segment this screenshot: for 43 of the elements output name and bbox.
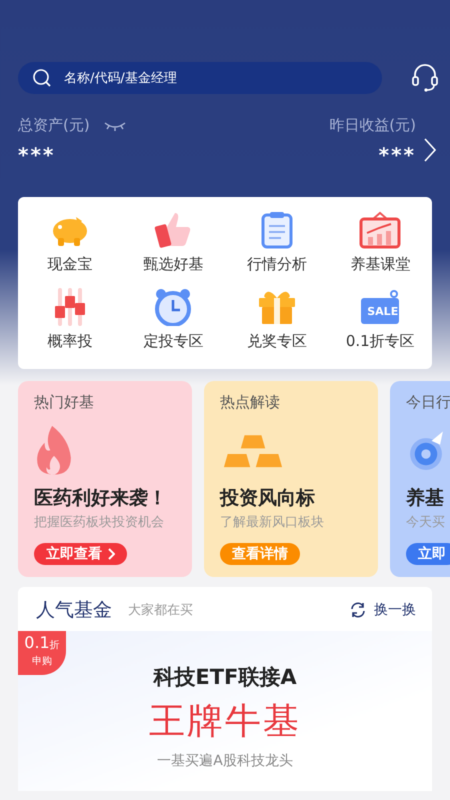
chevron-right-icon[interactable] <box>424 138 436 162</box>
promo-button[interactable]: 立即查看 <box>34 542 127 565</box>
promo-title: 热门好基 <box>34 393 95 412</box>
discount-unit: 折 <box>50 640 60 651</box>
menu-item[interactable]: 甄选好基 <box>122 211 225 274</box>
total-assets-label: 总资产(元) <box>18 116 90 135</box>
menu-item[interactable]: 概率投 <box>18 288 122 351</box>
flame-icon <box>34 424 74 476</box>
fund-name: 科技ETF联接A <box>153 664 297 691</box>
promo-subtitle: 把握医药板块投资机会 <box>34 514 165 530</box>
sale-label: SALE <box>367 305 398 318</box>
promo-title: 热点解读 <box>220 393 281 412</box>
promo-headline: 医药利好来袭！ <box>34 486 168 510</box>
yesterday-earnings-label: 昨日收益(元) <box>329 116 416 135</box>
refresh-button[interactable]: 换一换 <box>350 601 416 619</box>
section-subtitle: 大家都在买 <box>128 602 193 619</box>
fund-slogan: 王牌牛基 <box>149 700 301 744</box>
promo-button[interactable]: 立即 <box>406 542 450 565</box>
section-title: 人气基金 <box>36 598 112 623</box>
menu-item[interactable]: 养基课堂 <box>328 211 432 274</box>
chevron-right-icon <box>108 548 115 560</box>
promo-subtitle: 今天买 <box>406 514 446 530</box>
yesterday-earnings-value: *** <box>378 143 416 167</box>
headset-icon[interactable] <box>412 64 438 92</box>
promo-card[interactable]: 热门好基 医药利好来袭！ 把握医药板块投资机会 立即查看 <box>18 381 192 577</box>
menu-item[interactable]: 行情分析 <box>225 211 328 274</box>
promo-headline: 养基 <box>406 486 445 510</box>
closed-eye-icon[interactable] <box>104 120 126 130</box>
refresh-icon <box>350 602 366 618</box>
menu-item[interactable]: 现金宝 <box>18 211 122 274</box>
menu-item[interactable]: SALE 0.1折专区 <box>328 288 432 351</box>
discount-value: 0.1 <box>24 633 50 652</box>
promo-headline: 投资风向标 <box>220 486 316 510</box>
search-field[interactable]: 名称/代码/基金经理 <box>18 62 382 94</box>
menu-item[interactable]: 兑奖专区 <box>225 288 328 351</box>
total-assets-value: *** <box>18 143 56 167</box>
promo-subtitle: 了解最新风口板块 <box>220 514 325 530</box>
menu-item[interactable]: 定投专区 <box>122 288 225 351</box>
fund-description: 一基买遍A股科技龙头 <box>157 752 293 770</box>
search-icon <box>32 68 52 88</box>
promo-card[interactable]: 热点解读 投资风向标 了解最新风口板块 查看详情 <box>204 381 378 577</box>
chart-board-icon <box>358 211 402 249</box>
discount-note: 申购 <box>32 654 52 668</box>
